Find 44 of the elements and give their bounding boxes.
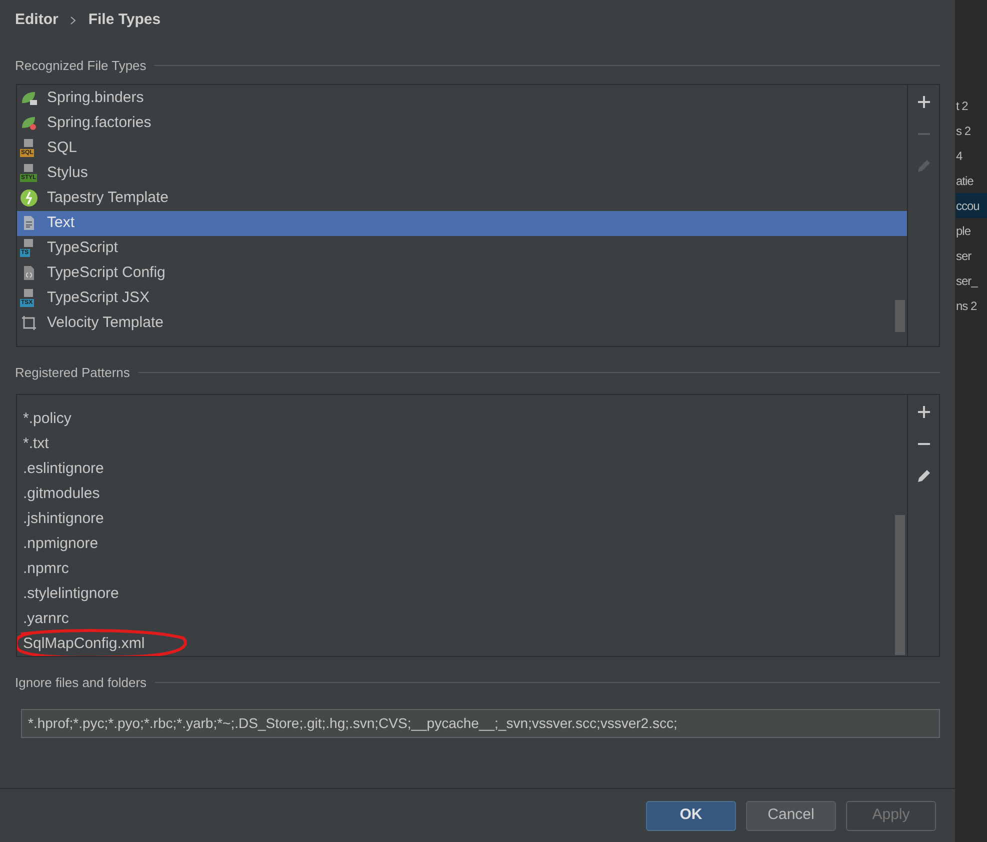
leaf-icon	[20, 89, 38, 107]
pattern-item[interactable]: *.policy	[23, 408, 72, 431]
pattern-item[interactable]: .npmrc	[23, 558, 69, 581]
editor-text: ple	[956, 222, 972, 240]
file-type-item[interactable]: Spring.binders	[17, 86, 907, 110]
editor-text: ccou	[956, 193, 987, 218]
editor-text: s 2	[956, 122, 972, 140]
editor-text: 4	[956, 148, 964, 164]
pattern-item[interactable]: .jshintignore	[23, 508, 104, 531]
scrollbar-thumb[interactable]	[895, 300, 905, 332]
pattern-item[interactable]: .stylelintignore	[23, 583, 119, 606]
breadcrumb-item: File Types	[88, 10, 161, 30]
pencil-icon	[916, 468, 932, 484]
section-title: Registered Patterns	[15, 364, 130, 382]
pattern-item[interactable]: *.txt	[23, 433, 49, 456]
editor-text: ser_	[956, 272, 979, 290]
editor-text: ser	[956, 248, 972, 264]
file-type-item[interactable]: Velocity Template	[17, 310, 907, 336]
scrollbar-thumb[interactable]	[895, 515, 905, 655]
editor-text: ns 2	[956, 298, 978, 314]
pattern-item[interactable]: .eslintignore	[23, 458, 104, 481]
leaf-icon	[20, 114, 38, 132]
dialog-button[interactable]: OK	[646, 800, 736, 830]
add-icon	[917, 94, 931, 108]
pencil-icon	[916, 158, 932, 174]
section-title: Recognized File Types	[15, 57, 146, 75]
dialog-button[interactable]: Cancel	[746, 800, 836, 830]
add-icon	[917, 405, 931, 419]
editor-text: t 2	[956, 98, 969, 114]
editor-text: atie	[956, 172, 974, 190]
pattern-item[interactable]: .yarnrc	[23, 608, 69, 631]
pattern-item[interactable]: SqlMapConfig.xml	[23, 633, 145, 656]
chevron-icon	[70, 16, 76, 24]
section-title: Ignore files and folders	[15, 674, 147, 692]
velocity-icon	[20, 314, 38, 332]
ignore-field[interactable]: *.hprof;*.pyc;*.pyo;*.rbc;*.yarb;*~;.DS_Store;.git;.hg;.svn;CVS;__pycache__;_svn;vssver.scc;vssver2.scc;	[21, 708, 940, 738]
file-type-item[interactable]: Spring.factories	[17, 110, 907, 136]
breadcrumb-item: Editor	[15, 10, 58, 30]
file-type-item[interactable]: TypeScript Config	[17, 260, 907, 286]
circle-icon	[20, 189, 38, 207]
pattern-item[interactable]: .gitmodules	[23, 483, 100, 506]
file-type-item[interactable]: Tapestry Template	[17, 186, 907, 210]
file-type-item[interactable]: Text	[17, 210, 907, 236]
pattern-item[interactable]: .npmignore	[23, 533, 98, 556]
